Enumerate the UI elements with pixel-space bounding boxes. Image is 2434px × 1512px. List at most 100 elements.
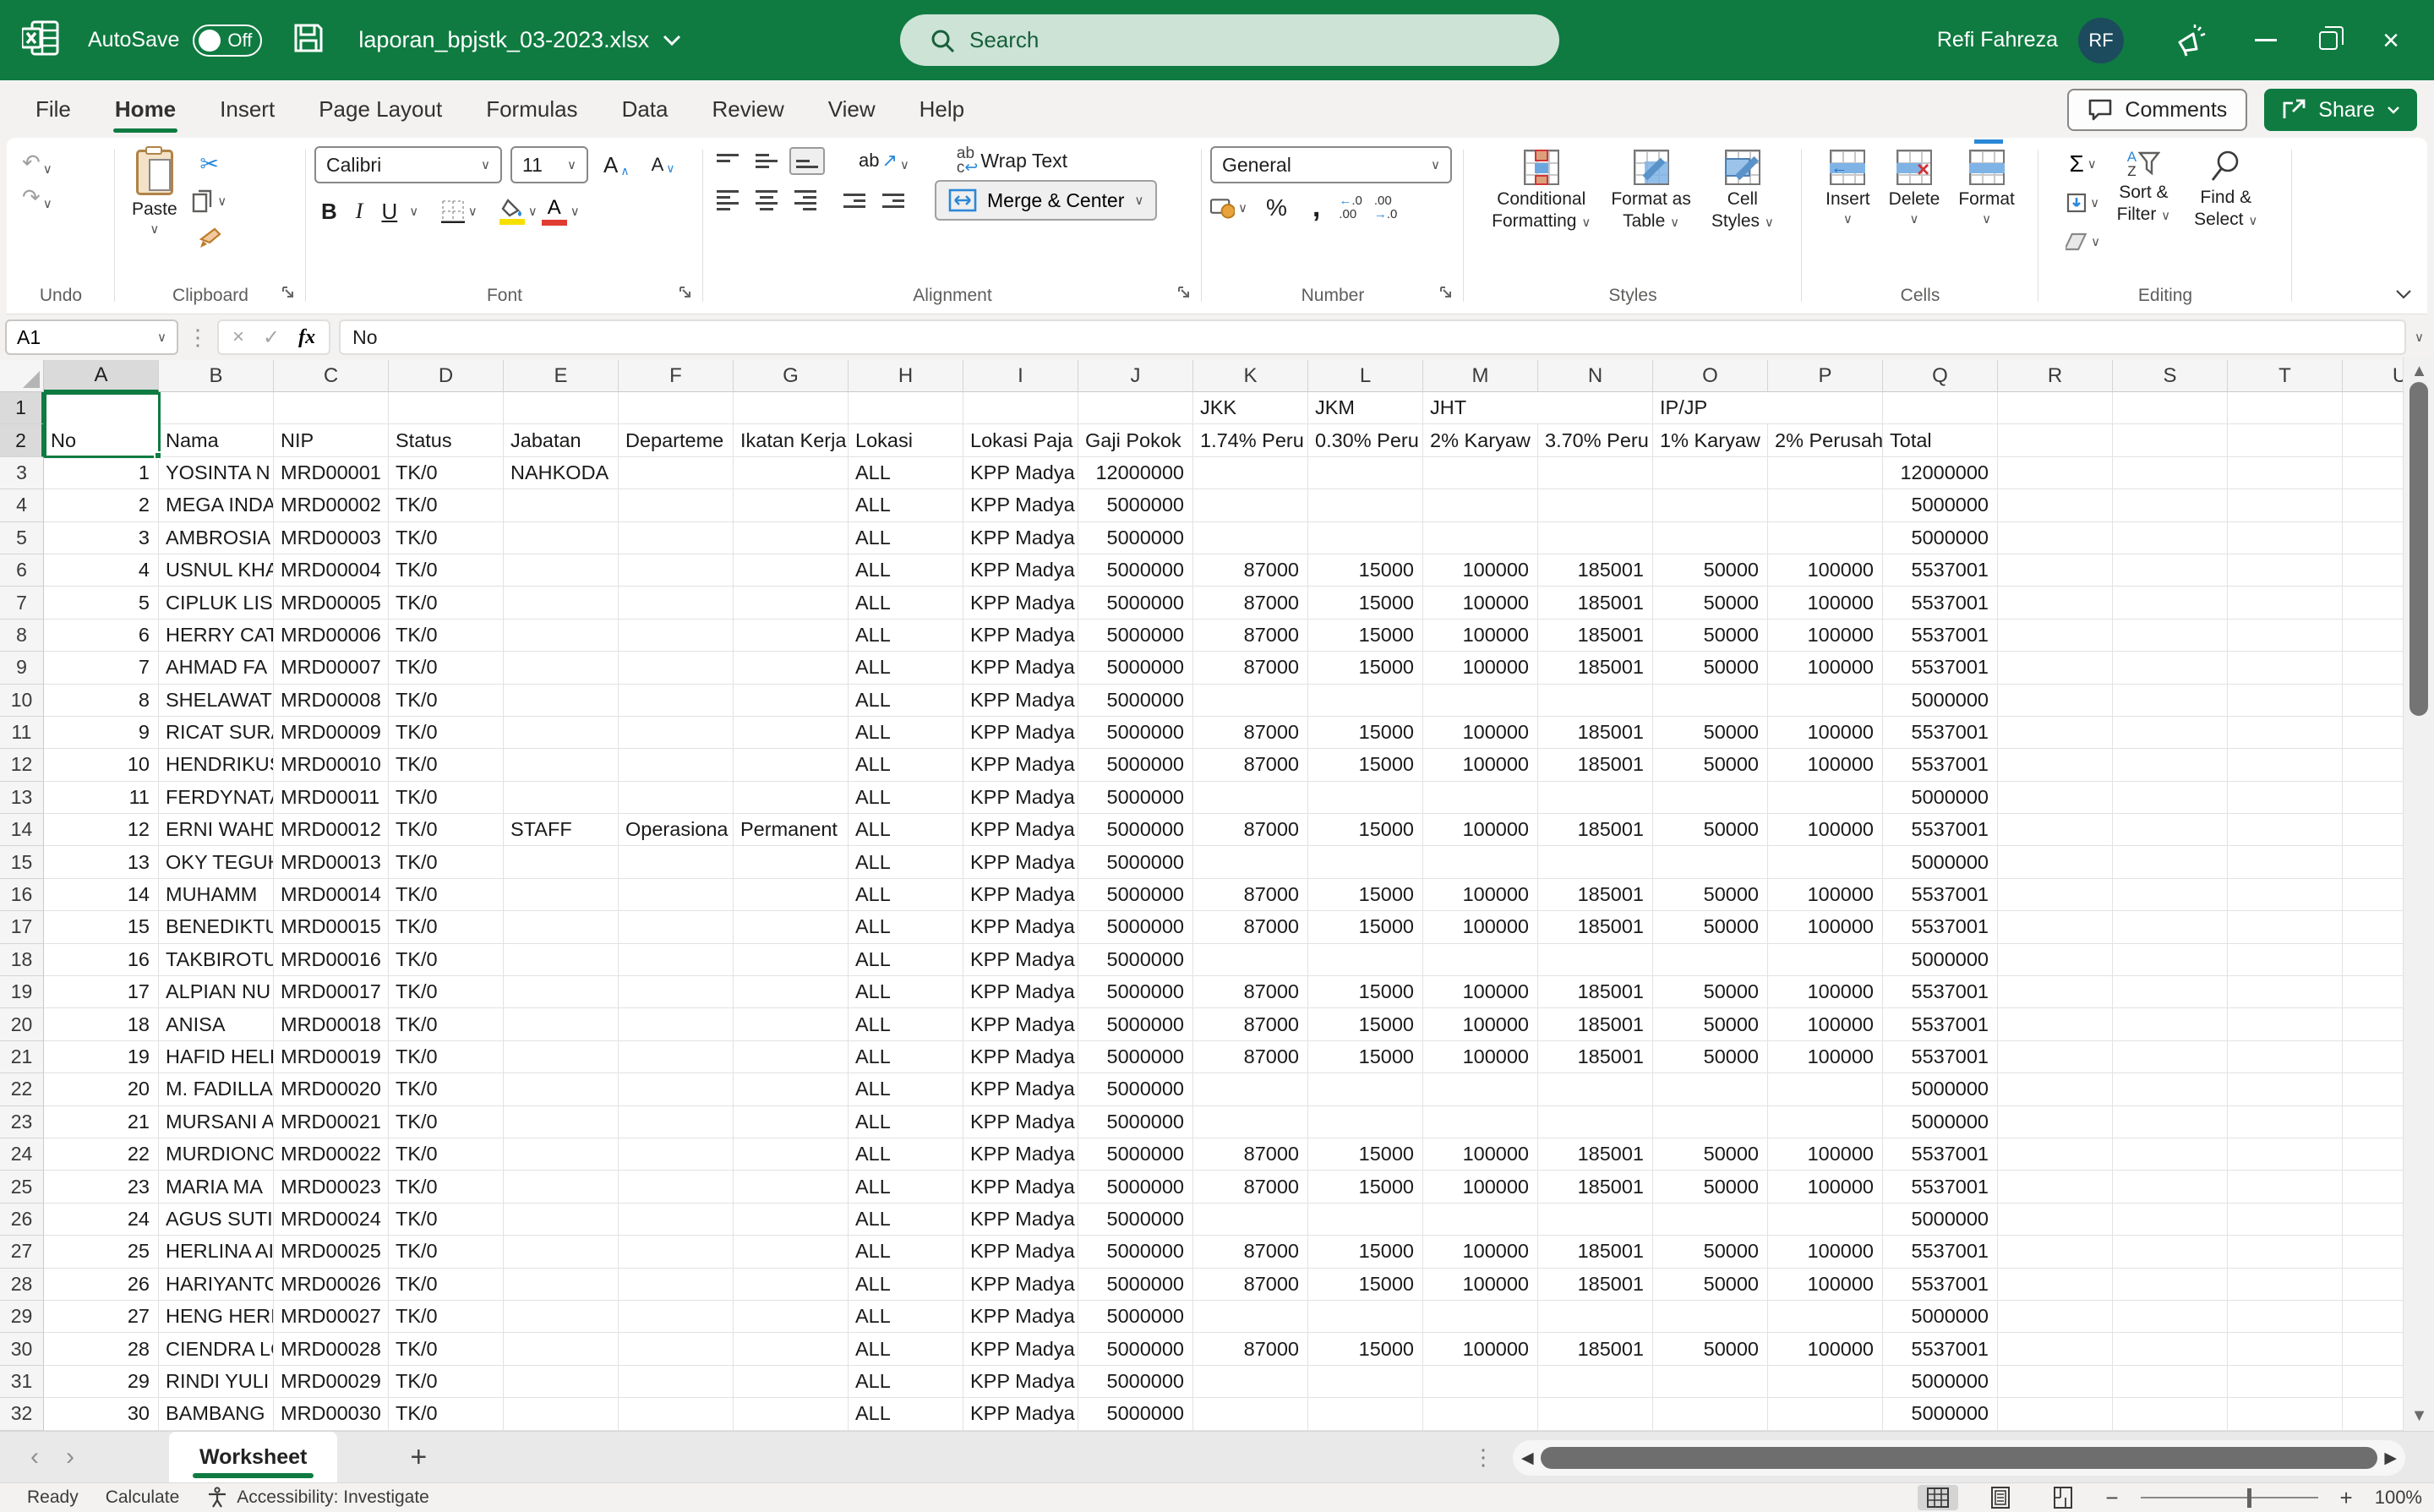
cell-lokasi[interactable]: ALL	[849, 976, 963, 1008]
column-header[interactable]: K	[1193, 360, 1308, 392]
formula-input[interactable]: No	[339, 319, 2406, 355]
cell-nip[interactable]: MRD00028	[274, 1333, 389, 1365]
cell-jkk[interactable]	[1193, 1106, 1308, 1138]
cell-jkm[interactable]: 15000	[1308, 1269, 1423, 1301]
cell-no[interactable]: 9	[44, 717, 159, 749]
cell[interactable]	[2113, 522, 2228, 554]
cell-status[interactable]: TK/0	[389, 976, 504, 1008]
cell-lokasi[interactable]: ALL	[849, 717, 963, 749]
cell[interactable]	[2228, 1171, 2343, 1203]
cell-nama[interactable]: ANISA	[159, 1008, 274, 1040]
accounting-format-icon[interactable]: ∨	[1210, 192, 1247, 224]
cell-no[interactable]: 17	[44, 976, 159, 1008]
cell-nama[interactable]: HAFID HELI	[159, 1041, 274, 1073]
cell[interactable]	[2228, 522, 2343, 554]
cell-jabatan[interactable]	[504, 976, 619, 1008]
cell-gaji-pokok[interactable]: 5000000	[1078, 1008, 1193, 1040]
cell-gaji-pokok[interactable]: 5000000	[1078, 685, 1193, 717]
cell-ip-perusahaan[interactable]: 100000	[1768, 717, 1883, 749]
cell[interactable]	[1998, 1269, 2113, 1301]
column-header[interactable]: P	[1768, 360, 1883, 392]
cell[interactable]: Total	[1883, 424, 1998, 456]
cell-nama[interactable]: FERDYNATA	[159, 782, 274, 814]
cell[interactable]	[2228, 976, 2343, 1008]
cell-status[interactable]: TK/0	[389, 717, 504, 749]
cell[interactable]	[2113, 814, 2228, 846]
row-header[interactable]: 15	[0, 846, 44, 878]
cell[interactable]	[2113, 782, 2228, 814]
cell-jht-perusahaan[interactable]: 185001	[1538, 1269, 1653, 1301]
cell-ip-karyawan[interactable]: 50000	[1653, 554, 1768, 587]
cell-jht-perusahaan[interactable]	[1538, 685, 1653, 717]
cell-jkm[interactable]: 15000	[1308, 1171, 1423, 1203]
cell[interactable]	[1998, 911, 2113, 943]
bottom-align-icon[interactable]	[789, 147, 825, 175]
cell-nama[interactable]: USNUL KHA	[159, 554, 274, 587]
cell-total[interactable]: 5000000	[1883, 489, 1998, 521]
cell[interactable]	[44, 392, 159, 424]
cell-no[interactable]: 10	[44, 749, 159, 781]
cell-no[interactable]: 6	[44, 620, 159, 652]
cell[interactable]	[1998, 1366, 2113, 1398]
cell-lokasi[interactable]: ALL	[849, 652, 963, 684]
cell-lokasi-pajak[interactable]: KPP Madya	[963, 1236, 1078, 1268]
increase-indent-icon[interactable]	[877, 188, 909, 213]
cell[interactable]	[1998, 587, 2113, 619]
cell-nama[interactable]: AMBROSIA	[159, 522, 274, 554]
cell-total[interactable]: 5537001	[1883, 1269, 1998, 1301]
autosave-control[interactable]: AutoSave Off	[88, 25, 262, 57]
cell-jkk[interactable]	[1193, 522, 1308, 554]
cell-jabatan[interactable]	[504, 1008, 619, 1040]
cell-jkk[interactable]: 87000	[1193, 1333, 1308, 1365]
cell-no[interactable]: 11	[44, 782, 159, 814]
row-header[interactable]: 10	[0, 685, 44, 717]
align-right-icon[interactable]	[789, 185, 821, 216]
expand-formula-bar-icon[interactable]: ∨	[2415, 331, 2424, 344]
column-header[interactable]: E	[504, 360, 619, 392]
cell-jkm[interactable]	[1308, 1366, 1423, 1398]
cell-ip-karyawan[interactable]: 50000	[1653, 1041, 1768, 1073]
cell-jht-karyawan[interactable]: 100000	[1423, 1041, 1538, 1073]
cell-departemen[interactable]	[619, 879, 734, 911]
cell-jkm[interactable]	[1308, 522, 1423, 554]
cell[interactable]	[2343, 685, 2403, 717]
column-header[interactable]: D	[389, 360, 504, 392]
vertical-scroll-thumb[interactable]	[2409, 382, 2428, 716]
cell-jkk[interactable]: 87000	[1193, 717, 1308, 749]
cell-no[interactable]: 14	[44, 879, 159, 911]
cell-departemen[interactable]	[619, 1171, 734, 1203]
page-break-view-icon[interactable]	[2043, 1485, 2083, 1510]
cell-gaji-pokok[interactable]: 5000000	[1078, 1073, 1193, 1105]
cell-gaji-pokok[interactable]: 5000000	[1078, 489, 1193, 521]
cell[interactable]	[2113, 685, 2228, 717]
cell-nip[interactable]: MRD00026	[274, 1269, 389, 1301]
cell-total[interactable]: 5537001	[1883, 620, 1998, 652]
cell-jabatan[interactable]	[504, 944, 619, 976]
cell-lokasi-pajak[interactable]: KPP Madya	[963, 685, 1078, 717]
cell[interactable]	[2343, 911, 2403, 943]
cell[interactable]	[1998, 1204, 2113, 1236]
cell-lokasi[interactable]: ALL	[849, 846, 963, 878]
cell-status[interactable]: TK/0	[389, 620, 504, 652]
cell[interactable]	[2228, 1398, 2343, 1430]
cell-ip-perusahaan[interactable]: 100000	[1768, 879, 1883, 911]
cell[interactable]	[2113, 911, 2228, 943]
cell[interactable]	[2343, 1204, 2403, 1236]
horizontal-scroll-thumb[interactable]	[1541, 1447, 2378, 1469]
cell-ikatan-kerja[interactable]	[734, 1138, 849, 1171]
cell-jht-karyawan[interactable]: 100000	[1423, 1008, 1538, 1040]
cell-total[interactable]: 5537001	[1883, 879, 1998, 911]
cell[interactable]	[1998, 392, 2113, 424]
share-button[interactable]: Share	[2264, 89, 2417, 131]
cell-nip[interactable]: MRD00010	[274, 749, 389, 781]
cell[interactable]	[1998, 1236, 2113, 1268]
cell-departemen[interactable]	[619, 1106, 734, 1138]
cell-ip-karyawan[interactable]	[1653, 1398, 1768, 1430]
cell-jkk[interactable]: 87000	[1193, 587, 1308, 619]
top-align-icon[interactable]	[712, 149, 744, 173]
name-box[interactable]: A1∨	[5, 319, 178, 355]
row-header[interactable]: 30	[0, 1333, 44, 1365]
cell-status[interactable]: TK/0	[389, 944, 504, 976]
cell[interactable]	[2228, 652, 2343, 684]
cell-lokasi[interactable]: ALL	[849, 1008, 963, 1040]
